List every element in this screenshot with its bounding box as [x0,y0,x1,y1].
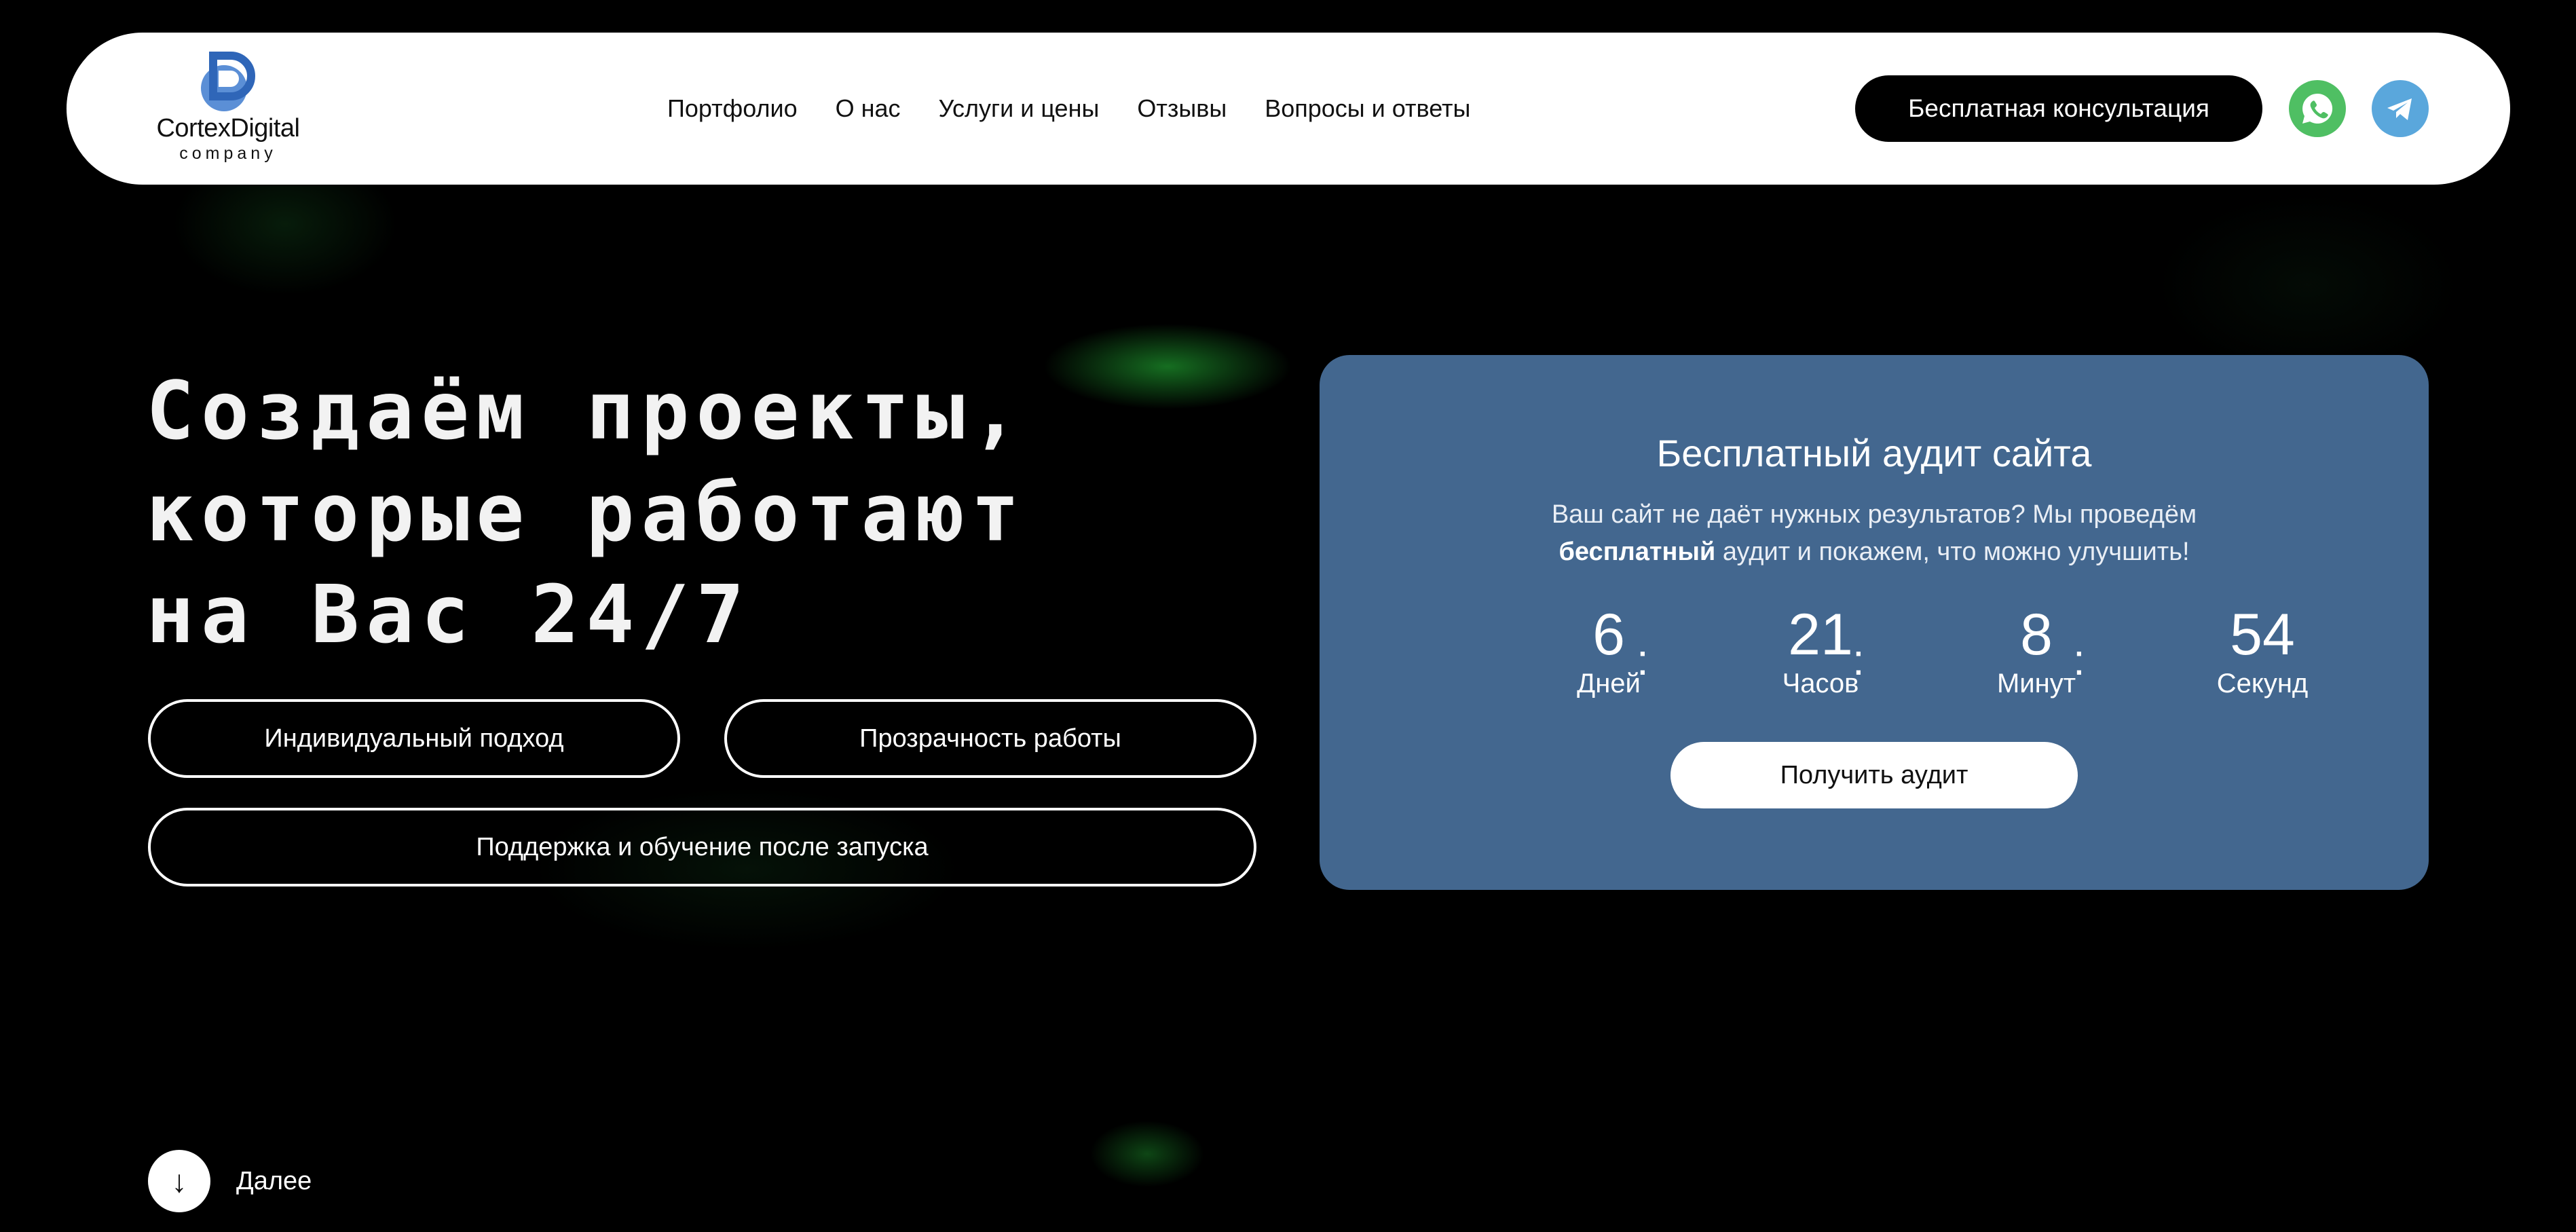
logo-icon [201,52,255,111]
countdown-timer: 6 Дней : 21 Часов : 8 Минут : 54 Секунд [1320,601,2429,716]
hero-title-line: на Вас 24/7 [146,567,751,661]
whatsapp-icon [2302,93,2333,124]
countdown-seconds: 54 Секунд [2195,601,2330,698]
nav-reviews[interactable]: Отзывы [1137,94,1227,123]
main-nav: Портфолио О нас Услуги и цены Отзывы Воп… [667,33,1470,185]
logo[interactable]: CortexDigital company [147,49,310,171]
countdown-hours: 21 Часов [1753,601,1888,698]
free-consultation-button[interactable]: Бесплатная консультация [1855,75,2262,142]
nav-services-prices[interactable]: Услуги и цены [939,94,1100,123]
feature-transparency: Прозрачность работы [724,699,1256,778]
hero-title-line: которые работают [146,466,1026,559]
countdown-separator: : [1852,635,1865,684]
nav-about[interactable]: О нас [836,94,901,123]
logo-name: CortexDigital [156,114,300,143]
telegram-icon [2387,98,2412,120]
site-header: CortexDigital company Портфолио О нас Ус… [67,33,2510,185]
feature-support-training: Поддержка и обучение после запуска [148,808,1256,886]
arrow-down-icon[interactable]: ↓ [148,1150,210,1212]
countdown-value: 21 [1788,602,1853,667]
scroll-down-label: Далее [236,1166,312,1195]
countdown-label: Дней [1577,669,1641,698]
telegram-button[interactable] [2372,80,2429,137]
audit-text-bold: бесплатный [1558,538,1716,566]
countdown-separator: : [1637,635,1649,684]
countdown-value: 54 [2230,602,2295,667]
whatsapp-button[interactable] [2289,80,2346,137]
countdown-value: 6 [1592,602,1625,667]
free-audit-card: Бесплатный аудит сайта Ваш сайт не даёт … [1320,355,2429,890]
countdown-separator: : [2073,635,2085,684]
countdown-label: Часов [1782,669,1859,698]
feature-individual-approach: Индивидуальный подход [148,699,680,778]
audit-description: Ваш сайт не даёт нужных результатов? Мы … [1320,496,2429,571]
audit-text-line1: Ваш сайт не даёт нужных результатов? Мы … [1551,500,2197,529]
nav-faq[interactable]: Вопросы и ответы [1265,94,1470,123]
logo-subtitle: company [179,144,277,163]
scroll-down-link[interactable]: ↓ Далее [148,1150,312,1212]
nav-portfolio[interactable]: Портфолио [667,94,798,123]
countdown-days: 6 Дней [1541,601,1677,698]
audit-title: Бесплатный аудит сайта [1656,432,2092,474]
hero-title-line: Создаём проекты, [146,364,1026,458]
audit-text-line2: аудит и покажем, что можно улучшить! [1715,538,2190,566]
get-audit-button[interactable]: Получить аудит [1670,742,2078,808]
hero-title: Создаём проекты, которые работают на Вас… [146,360,1300,665]
countdown-label: Секунд [2216,669,2309,698]
